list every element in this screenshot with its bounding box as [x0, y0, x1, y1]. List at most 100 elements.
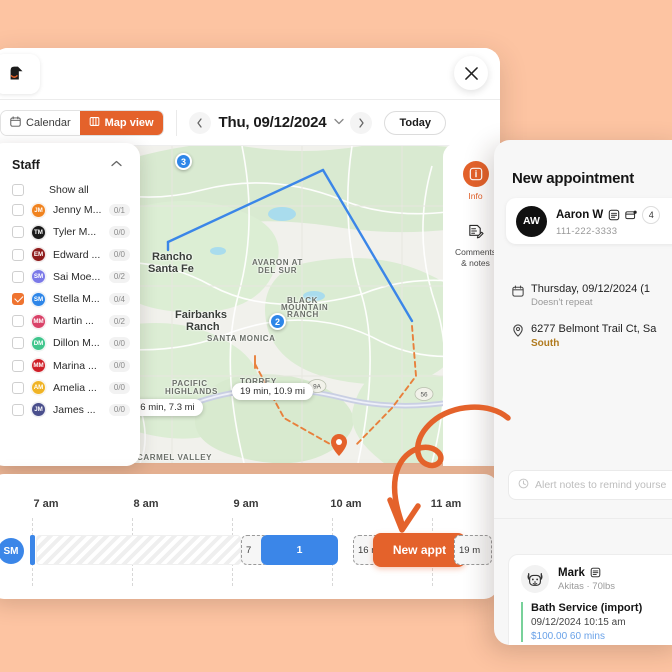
staff-checkbox[interactable] [12, 381, 24, 394]
staff-count-badge: 0/2 [108, 270, 130, 283]
current-date: Thu, 09/12/2024 [218, 114, 327, 131]
appointment-address-row[interactable]: 6277 Belmont Trail Ct, Sa South [512, 323, 656, 349]
appointment-repeat-value: Doesn't repeat [531, 297, 593, 308]
client-phone: 111-222-3333 [556, 225, 618, 237]
today-button[interactable]: Today [384, 110, 447, 135]
staff-show-all-row[interactable]: Show all [0, 180, 140, 199]
note-lines-icon[interactable] [590, 567, 602, 579]
svg-text:9A: 9A [313, 384, 322, 391]
staff-name: James ... [53, 403, 96, 416]
appointment-date-value: Thursday, 09/12/2024 (1 [531, 283, 651, 295]
staff-row[interactable]: AM Amelia ... 0/0 [0, 377, 140, 399]
pet-card[interactable]: Mark Akitas · 70lbs Bath Service (import… [508, 554, 672, 645]
staff-name: Edward ... [53, 248, 101, 261]
rail-item-info[interactable]: Info [462, 161, 489, 201]
chevron-down-icon[interactable] [334, 117, 345, 128]
calendar-icon [10, 115, 21, 130]
staff-panel: Staff Show all JM Jenny M... 0/1 TM Tyler M.… [0, 143, 140, 466]
avatar: JM [31, 202, 46, 218]
staff-row[interactable]: JM Jenny M... 0/1 [0, 199, 140, 221]
staff-checkbox[interactable] [12, 204, 24, 217]
timeline-avatar[interactable]: SM [0, 538, 24, 564]
svg-text:56: 56 [420, 392, 428, 399]
service-price-duration: $100.00 60 mins [531, 631, 605, 642]
pet-name: Mark [558, 566, 585, 579]
appointment-zone-badge: South [531, 338, 560, 349]
prev-day-button[interactable] [188, 111, 211, 134]
tab-calendar[interactable]: Calendar [1, 110, 80, 135]
toolbar-divider [175, 109, 177, 136]
alert-clock-icon [518, 478, 529, 492]
rail-item-comments-notes[interactable]: Comments & notes [455, 221, 496, 268]
timeline-hour-label: 9 am [233, 498, 259, 510]
avatar: AM [31, 380, 46, 396]
staff-checkbox[interactable] [12, 315, 24, 328]
pet-service-block[interactable]: Bath Service (import) 09/12/2024 10:15 a… [521, 602, 672, 642]
next-day-button[interactable] [350, 111, 373, 134]
staff-row[interactable]: MM Martin ... 0/2 [0, 310, 140, 332]
pet-header: Mark Akitas · 70lbs [521, 565, 672, 593]
staff-checkbox[interactable] [12, 293, 24, 306]
map-stop-marker[interactable]: 3 [175, 153, 192, 170]
staff-row[interactable]: MM Marina ... 0/0 [0, 355, 140, 377]
show-all-checkbox[interactable] [12, 183, 24, 196]
map-pin-icon[interactable] [331, 434, 347, 456]
staff-checkbox[interactable] [12, 403, 24, 416]
appointment-address-value: 6277 Belmont Trail Ct, Sa [531, 323, 657, 335]
credit-card-icon[interactable] [625, 209, 637, 221]
avatar: TM [31, 224, 46, 240]
staff-row[interactable]: SM Stella M... 0/4 [0, 288, 140, 310]
panel-divider-1 [494, 518, 672, 519]
timeline-hour-label: 7 am [33, 498, 59, 510]
calendar-icon [512, 284, 524, 297]
staff-name: Sai Moe... [53, 270, 101, 283]
view-toolbar: Calendar Map view Thu, 09/12/2024 Today [0, 100, 500, 146]
view-toggle-group: Calendar Map view [0, 109, 164, 136]
timeline-travel-chip-3[interactable]: 19 m [454, 535, 492, 565]
client-pet-count-badge: 4 [642, 205, 661, 224]
show-all-label: Show all [49, 183, 89, 196]
map-stop-marker[interactable]: 2 [269, 313, 286, 330]
staff-checkbox[interactable] [12, 248, 24, 261]
staff-row[interactable]: TM Tyler M... 0/0 [0, 221, 140, 243]
staff-count-badge: 0/1 [108, 204, 130, 217]
timeline-new-appointment-block[interactable]: New appt [373, 533, 466, 567]
appointment-date-row[interactable]: Thursday, 09/12/2024 (1 Doesn't repeat [512, 283, 650, 308]
distance-bubble: 19 min, 10.9 mi [232, 383, 313, 400]
timeline-appointment-block[interactable]: 1 [261, 535, 338, 565]
staff-name: Stella M... [53, 293, 100, 306]
tab-map-view-label: Map view [104, 116, 154, 129]
staff-checkbox[interactable] [12, 359, 24, 372]
rail-item-comments-notes-label: Comments & notes [454, 247, 497, 268]
client-card[interactable]: AW Aaron W 4 111-222-3333 [506, 198, 672, 244]
avatar: AW [516, 205, 547, 237]
staff-checkbox[interactable] [12, 337, 24, 350]
alert-notes-input[interactable]: Alert notes to remind yourse [508, 470, 672, 500]
pet-dog-logo-icon[interactable] [0, 54, 40, 94]
columns-icon [89, 116, 100, 130]
staff-count-badge: 0/0 [108, 359, 130, 372]
close-icon[interactable] [454, 56, 488, 90]
tab-map-view[interactable]: Map view [79, 110, 163, 135]
avatar: SM [31, 269, 46, 285]
staff-panel-title: Staff [12, 157, 40, 172]
staff-row[interactable]: JM James ... 0/0 [0, 399, 140, 421]
timeline-hour-label: 10 am [330, 498, 362, 510]
staff-checkbox[interactable] [12, 226, 24, 239]
staff-checkbox[interactable] [12, 270, 24, 283]
staff-row[interactable]: DM Dillon M... 0/0 [0, 332, 140, 354]
note-lines-icon[interactable] [608, 209, 620, 221]
service-datetime: 09/12/2024 10:15 am [531, 617, 626, 628]
staff-row[interactable]: SM Sai Moe... 0/2 [0, 266, 140, 288]
staff-count-badge: 0/0 [108, 226, 130, 239]
new-appointment-panel: New appointment AW Aaron W 4 111-222-333… [494, 140, 672, 645]
location-pin-icon [512, 324, 524, 337]
staff-row[interactable]: EM Edward ... 0/0 [0, 244, 140, 266]
app-top-bar [0, 48, 500, 100]
staff-name: Marina ... [53, 359, 97, 372]
staff-count-badge: 0/2 [108, 315, 130, 328]
timeline-hour-label: 8 am [133, 498, 159, 510]
staff-count-badge: 0/0 [108, 337, 130, 350]
timeline-hour-label: 11 am [430, 498, 462, 510]
chevron-up-icon[interactable] [107, 157, 126, 172]
